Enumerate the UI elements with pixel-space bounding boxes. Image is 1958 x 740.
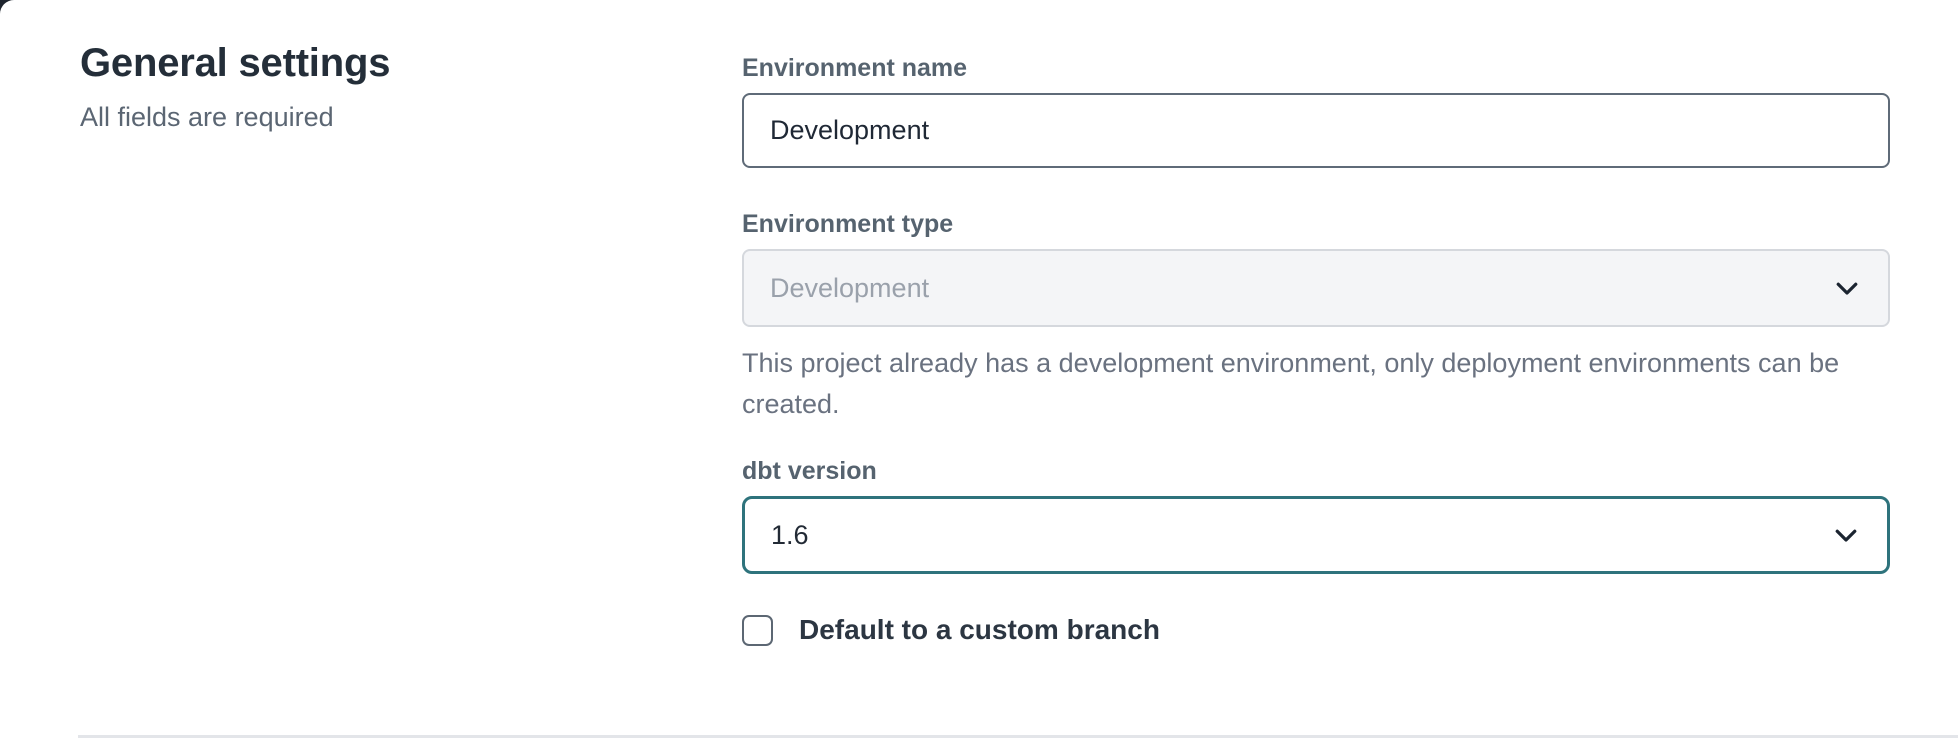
- dbt-version-select[interactable]: 1.6: [742, 496, 1890, 574]
- environment-type-select[interactable]: Development: [742, 249, 1890, 327]
- section-intro: General settings All fields are required: [80, 40, 640, 133]
- environment-name-label: Environment name: [742, 52, 1890, 85]
- environment-type-label: Environment type: [742, 208, 1890, 241]
- custom-branch-row: Default to a custom branch: [742, 614, 1890, 646]
- environment-type-value: Development: [770, 273, 929, 304]
- page-title: General settings: [80, 40, 640, 86]
- custom-branch-checkbox[interactable]: [742, 615, 773, 646]
- environment-type-helper: This project already has a development e…: [742, 343, 1890, 425]
- environment-name-input[interactable]: [742, 93, 1890, 168]
- chevron-down-icon: [1831, 520, 1861, 550]
- dbt-version-label: dbt version: [742, 455, 1890, 488]
- dbt-version-value: 1.6: [771, 520, 809, 551]
- page-subtitle: All fields are required: [80, 102, 640, 133]
- general-settings-form: Environment name Environment type Develo…: [742, 52, 1890, 646]
- chevron-down-icon: [1832, 273, 1862, 303]
- custom-branch-label[interactable]: Default to a custom branch: [799, 614, 1160, 646]
- settings-card: General settings All fields are required…: [0, 0, 1958, 740]
- section-divider: [78, 735, 1958, 738]
